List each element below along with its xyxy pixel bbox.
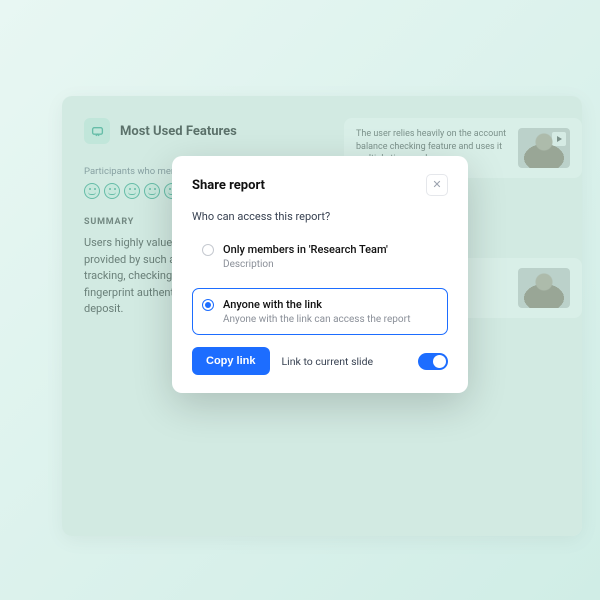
option-desc: Anyone with the link can access the repo… (223, 314, 436, 325)
option-label: Only members in 'Research Team' (223, 243, 436, 256)
close-icon: ✕ (432, 180, 441, 191)
radio-icon (202, 244, 214, 256)
video-thumbnail[interactable] (518, 268, 570, 308)
face-icon (84, 183, 100, 199)
option-desc: Description (223, 259, 436, 270)
modal-subtitle: Who can access this report? (192, 210, 448, 223)
face-icon (144, 183, 160, 199)
current-slide-label: Link to current slide (282, 355, 374, 368)
chat-icon (84, 118, 110, 144)
current-slide-toggle[interactable] (418, 353, 448, 370)
close-button[interactable]: ✕ (426, 174, 448, 196)
face-icon (104, 183, 120, 199)
section-title: Most Used Features (120, 124, 237, 139)
access-option-members[interactable]: Only members in 'Research Team' Descript… (192, 233, 448, 280)
access-option-anyone[interactable]: Anyone with the link Anyone with the lin… (192, 288, 448, 335)
modal-footer: Copy link Link to current slide (192, 347, 448, 375)
share-report-modal: Share report ✕ Who can access this repor… (172, 156, 468, 393)
modal-title: Share report (192, 178, 265, 193)
title-row: Most Used Features (84, 118, 339, 144)
face-icon (124, 183, 140, 199)
modal-header: Share report ✕ (192, 174, 448, 196)
option-label: Anyone with the link (223, 298, 436, 311)
video-thumbnail[interactable] (518, 128, 570, 168)
radio-icon (202, 299, 214, 311)
copy-link-button[interactable]: Copy link (192, 347, 270, 375)
play-icon[interactable] (552, 132, 566, 146)
